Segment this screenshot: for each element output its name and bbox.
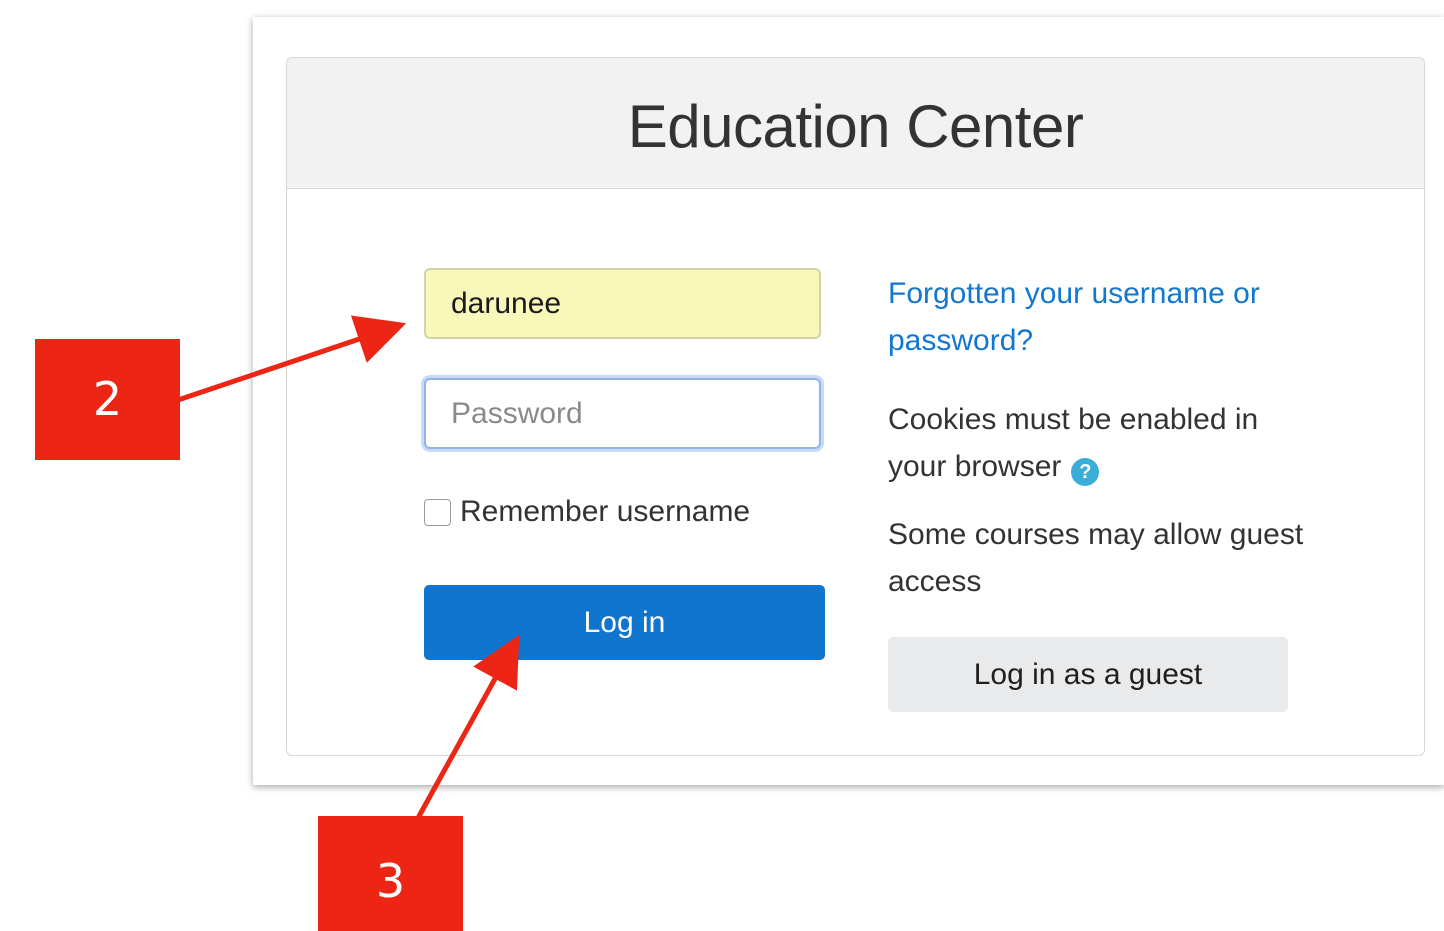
arrow-icon-step-3 xyxy=(415,634,520,820)
annotation-step-3: 3 xyxy=(318,816,463,931)
arrow-icon-step-2 xyxy=(177,315,407,403)
annotation-arrows xyxy=(177,315,520,820)
stage: Education Center Remember username Log i… xyxy=(0,0,1444,931)
annotation-step-2: 2 xyxy=(35,339,180,460)
